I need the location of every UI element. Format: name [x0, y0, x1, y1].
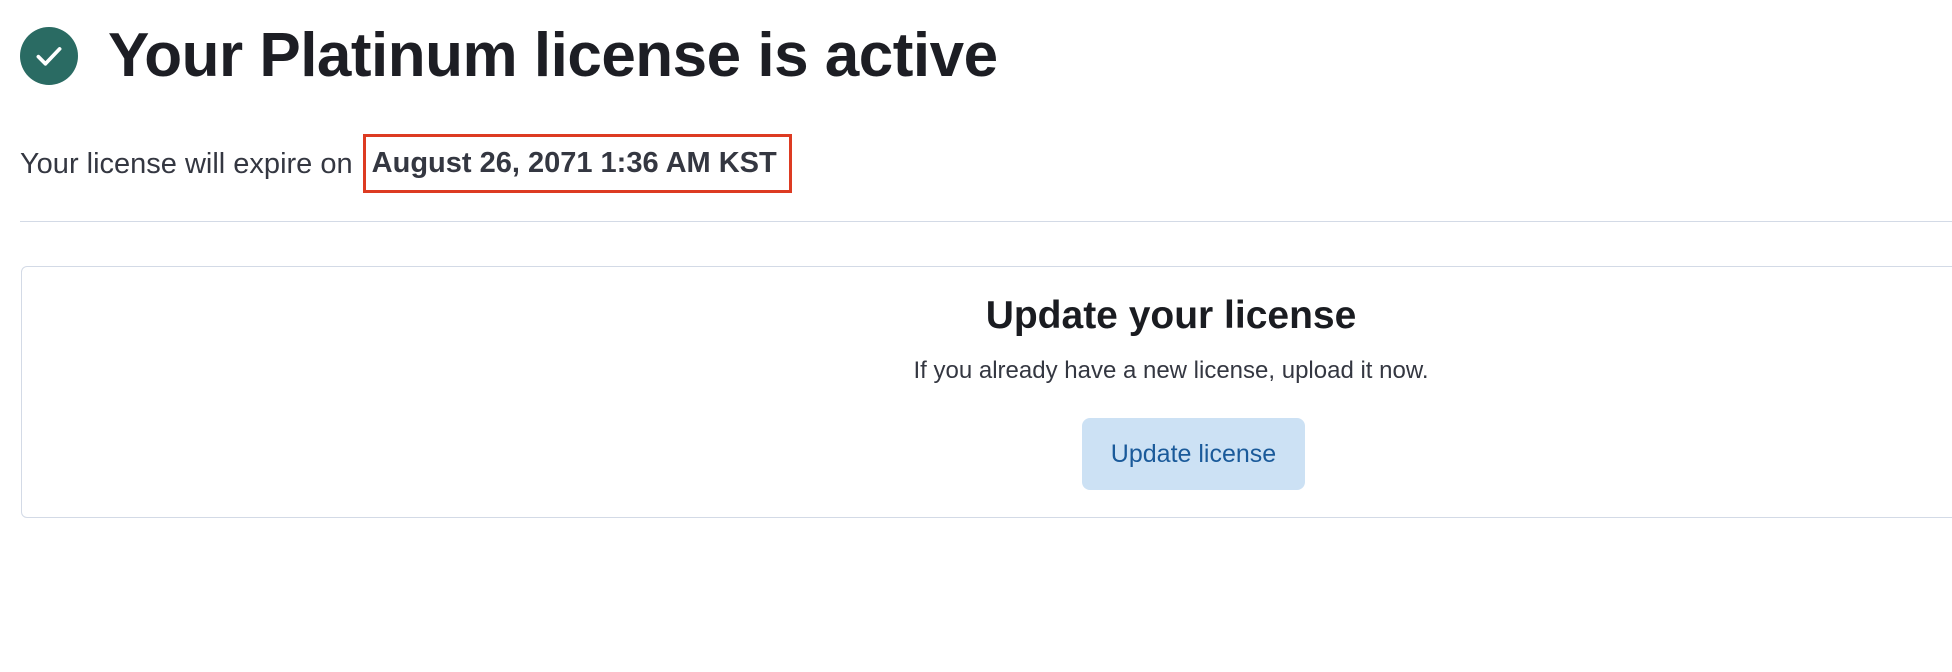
license-expiry-text: Your license will expire on August 26, 2…: [20, 134, 792, 195]
expiry-prefix: Your license will expire on: [20, 148, 353, 181]
expiry-date: August 26, 2071 1:36 AM KST: [362, 134, 792, 193]
license-status-header: Your Platinum license is active: [20, 20, 998, 92]
update-license-button[interactable]: Update license: [1082, 418, 1305, 490]
update-panel-description: If you already have a new license, uploa…: [913, 357, 1429, 384]
check-circle-icon: [20, 27, 78, 85]
page-title: Your Platinum license is active: [108, 21, 998, 90]
divider: [20, 221, 1952, 222]
update-panel-title: Update your license: [985, 294, 1357, 337]
